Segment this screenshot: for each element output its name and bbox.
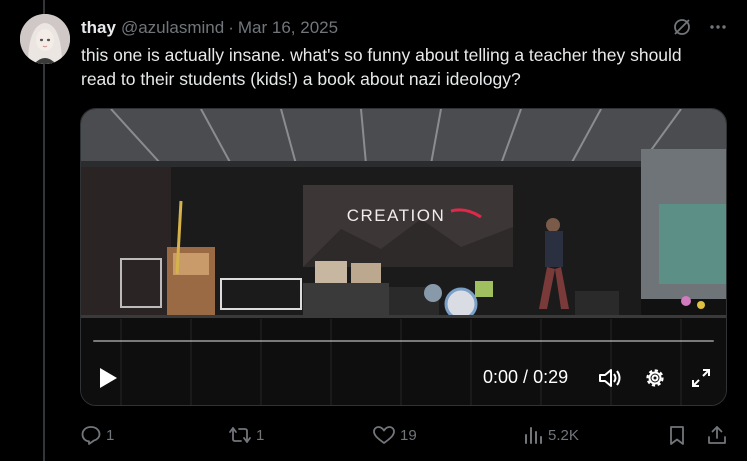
views-button[interactable]: 5.2K (522, 422, 579, 448)
action-bar: 1 1 19 5.2K (80, 422, 730, 448)
volume-icon[interactable] (597, 365, 623, 391)
bookmark-icon (670, 426, 684, 445)
settings-icon[interactable] (642, 365, 668, 391)
analytics-icon (525, 427, 542, 444)
video-time: 0:00 / 0:29 (483, 367, 568, 388)
separator-dot: · (228, 18, 234, 37)
repost-icon (229, 427, 251, 443)
repost-count: 1 (256, 426, 265, 444)
bookmark-button[interactable] (666, 422, 688, 448)
thread-line (43, 0, 45, 461)
tweet-header: thay @azulasmind · Mar 16, 2025 (81, 17, 338, 39)
tweet-text: this one is actually insane. what's so f… (81, 45, 682, 89)
avatar[interactable] (20, 14, 70, 64)
share-icon (708, 426, 726, 444)
display-name[interactable]: thay (81, 18, 116, 38)
reply-icon (81, 426, 101, 445)
heart-icon (373, 426, 395, 444)
post-date[interactable]: Mar 16, 2025 (238, 18, 338, 38)
reply-count: 1 (106, 426, 115, 444)
reply-button[interactable]: 1 (80, 422, 114, 448)
time-separator: / (518, 367, 534, 387)
video-frame: CREATION (81, 109, 726, 405)
more-icon[interactable] (707, 16, 729, 38)
current-time: 0:00 (483, 367, 519, 387)
like-count: 19 (400, 426, 417, 444)
duration: 0:29 (533, 367, 569, 387)
banner-text: CREATION (347, 206, 446, 225)
fullscreen-icon[interactable] (688, 365, 714, 391)
repost-button[interactable]: 1 (228, 422, 264, 448)
avatar-image (20, 14, 70, 64)
view-count: 5.2K (548, 426, 579, 444)
grok-icon[interactable] (671, 16, 693, 38)
share-button[interactable] (706, 422, 728, 448)
video-player[interactable]: CREATION 0:00 / 0:29 (80, 108, 727, 406)
user-handle[interactable]: @azulasmind (121, 18, 224, 38)
header-actions (671, 16, 729, 38)
like-button[interactable]: 19 (372, 422, 417, 448)
play-icon[interactable] (95, 364, 121, 392)
video-progress-bar[interactable] (93, 340, 714, 342)
